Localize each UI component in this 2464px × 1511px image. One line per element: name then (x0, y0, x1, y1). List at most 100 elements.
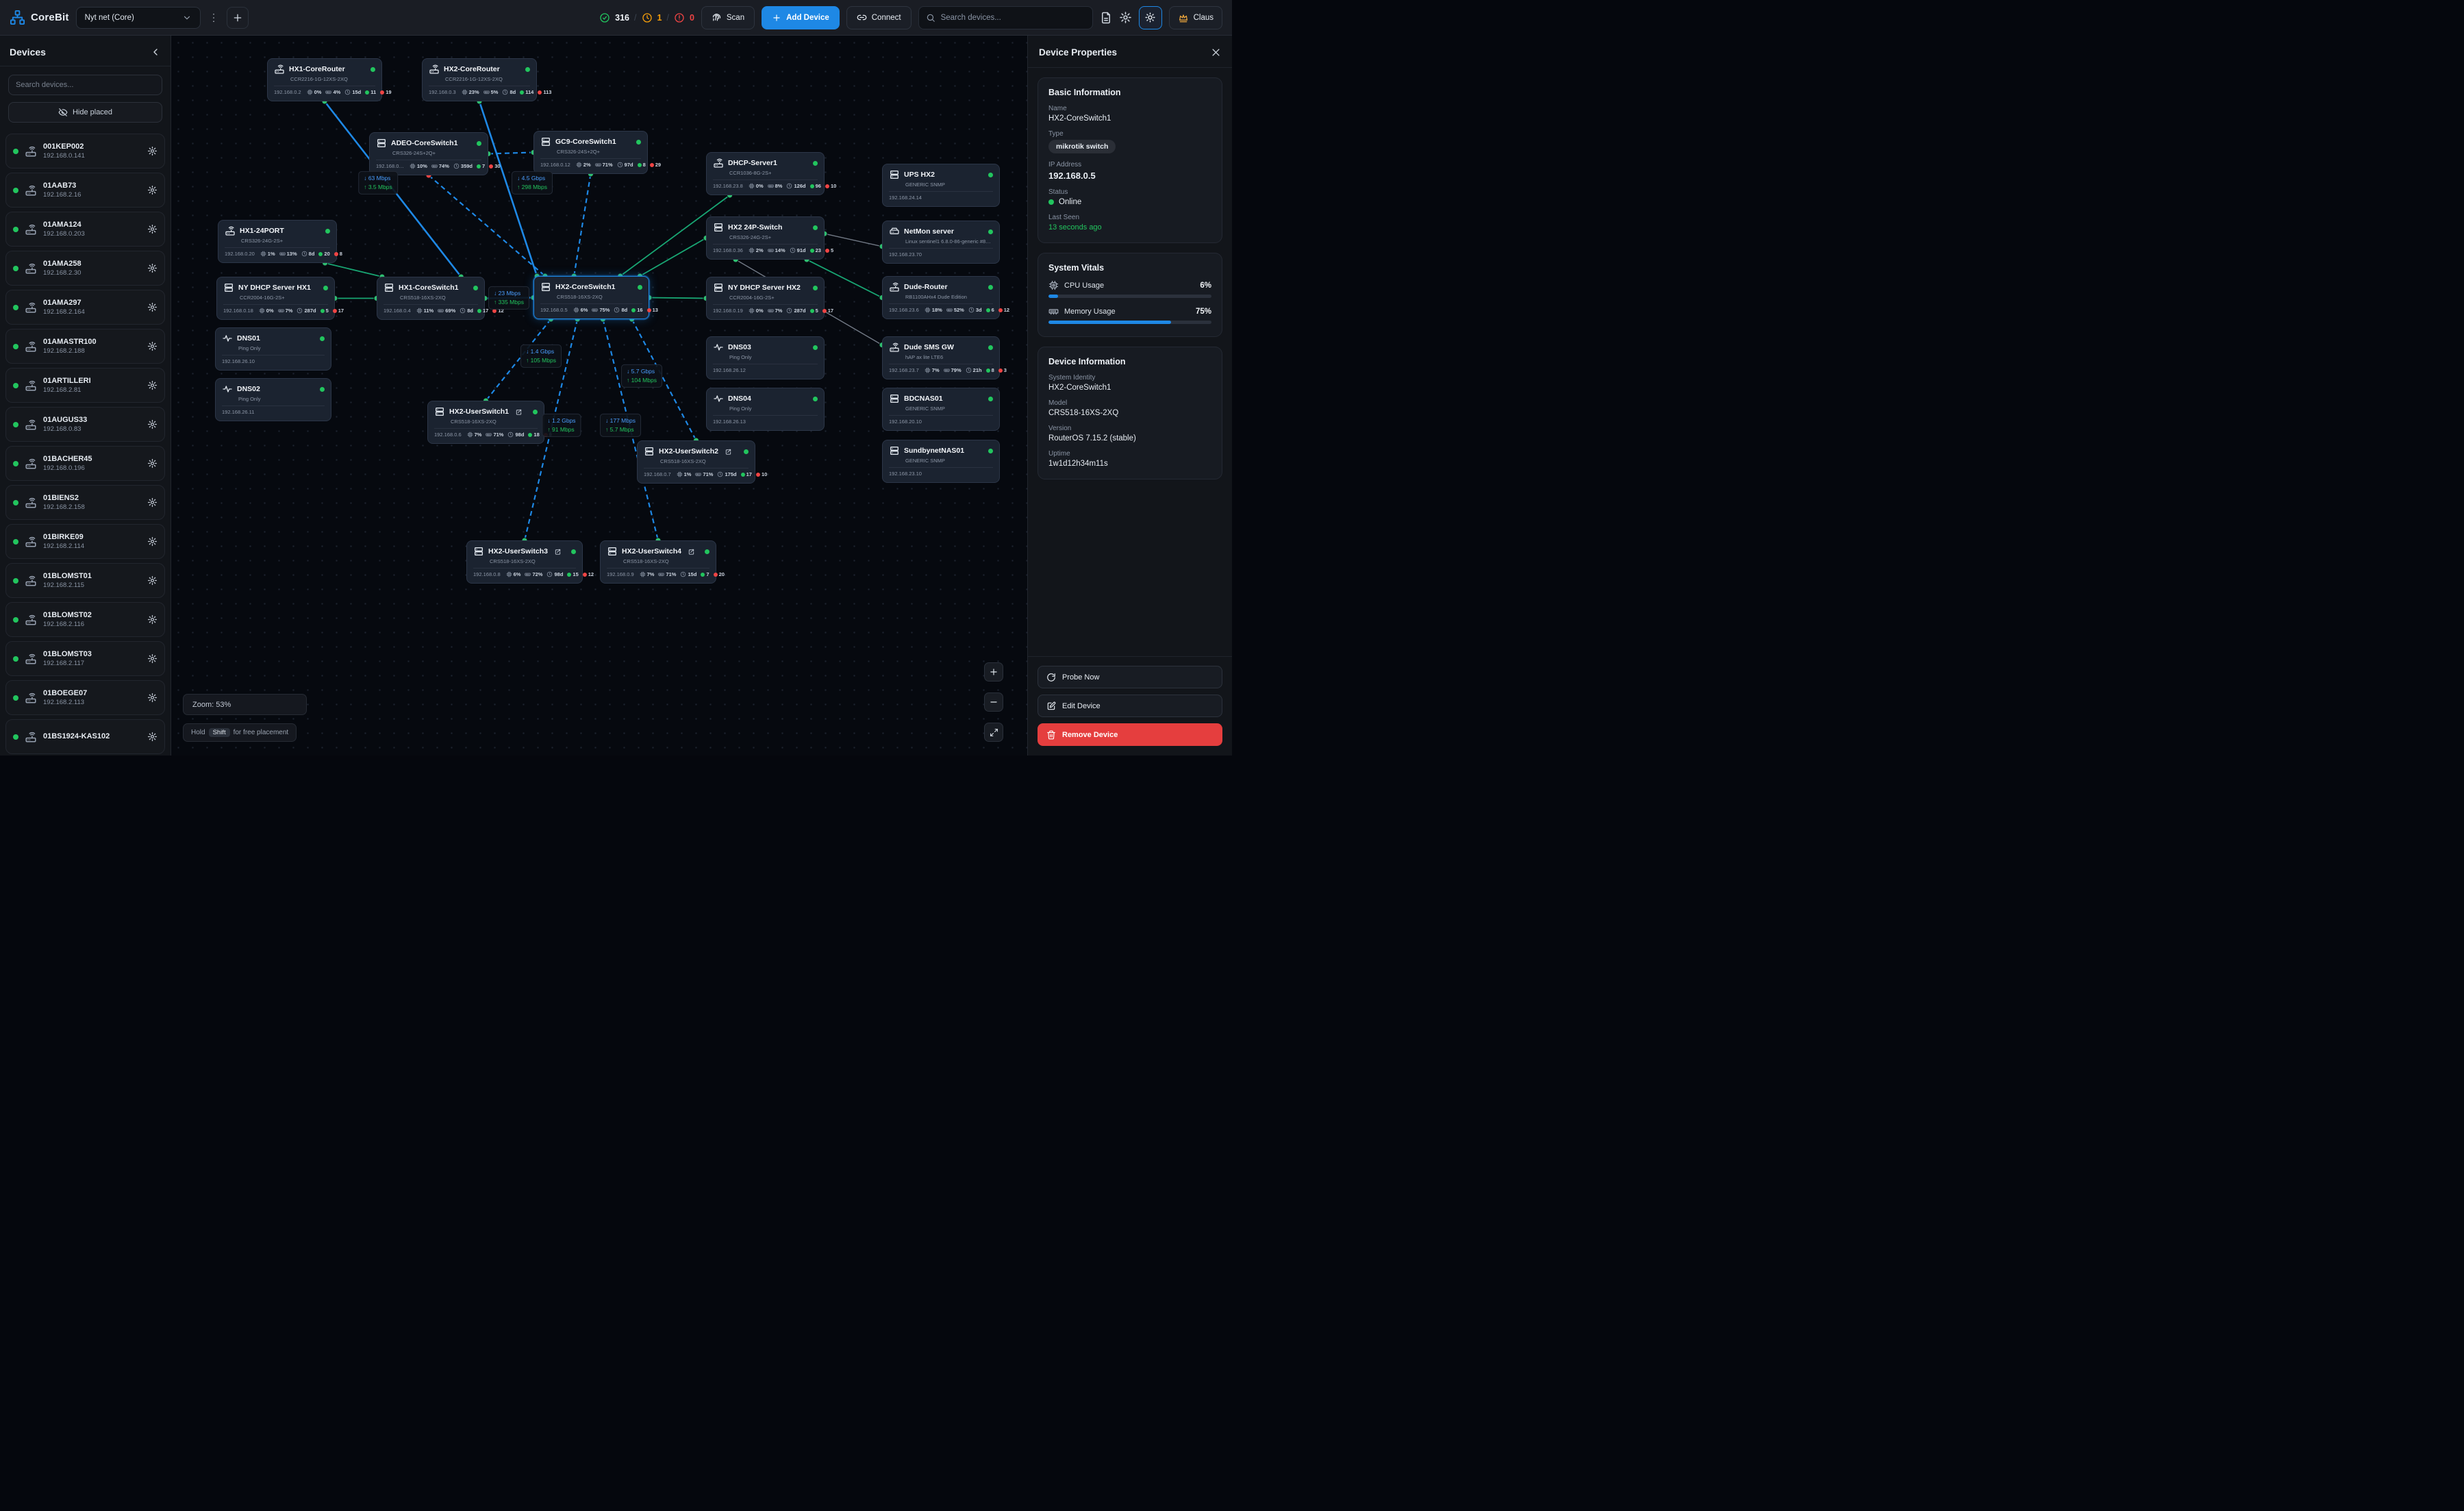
node-usersw1[interactable]: HX2-UserSwitch1CRS518-16XS-2XQ192.168.0.… (427, 401, 544, 444)
external-link-icon[interactable] (688, 548, 695, 555)
ok-ports-stat: 16 (631, 307, 642, 313)
theme-toggle-button[interactable] (1139, 6, 1162, 29)
add-device-button[interactable]: Add Device (762, 6, 840, 29)
device-list-item[interactable]: 01BIRKE09192.168.2.114 (5, 524, 165, 559)
project-menu-button[interactable] (208, 12, 220, 24)
uptime-stat: 126d (786, 183, 805, 189)
node-ip: 192.168.23.7 (889, 367, 919, 373)
top-bar: CoreBit Nyt net (Core) 316 / 1 / 0 Scan … (0, 0, 1232, 36)
node-status-dot (325, 229, 330, 234)
memory-stat: 4% (325, 89, 340, 95)
node-sundbynas[interactable]: SundbynetNAS01GENERIC SNMP192.168.23.10 (882, 440, 1000, 483)
node-hx2router[interactable]: HX2-CoreRouterCCR2216-1G-12XS-2XQ192.168… (422, 58, 537, 101)
device-settings-icon[interactable] (147, 653, 158, 664)
device-list-item[interactable]: 01AMASTR100192.168.2.188 (5, 329, 165, 364)
node-dns03[interactable]: DNS03Ping Only192.168.26.12 (706, 336, 825, 379)
node-ip: 192.168.0.3 (429, 89, 456, 95)
device-list-item[interactable]: 01BS1924-KAS102 (5, 719, 165, 754)
node-hx1router[interactable]: HX1-CoreRouterCCR2216-1G-12XS-2XQ192.168… (267, 58, 382, 101)
device-list-item[interactable]: 01BOEGE07192.168.2.113 (5, 680, 165, 715)
device-list-item[interactable]: 01BLOMST03192.168.2.117 (5, 641, 165, 676)
connect-button[interactable]: Connect (846, 6, 912, 29)
node-dude_sms[interactable]: Dude SMS GWhAP ax lite LTE6192.168.23.77… (882, 336, 1000, 379)
node-name: NY DHCP Server HX2 (728, 284, 801, 292)
project-dropdown[interactable]: Nyt net (Core) (76, 7, 201, 29)
node-netmon[interactable]: NetMon serverLinux sentinel1 6.8.0-86-ge… (882, 221, 1000, 264)
node-bdcnas[interactable]: BDCNAS01GENERIC SNMP192.168.20.10 (882, 388, 1000, 431)
search-icon (926, 13, 935, 23)
node-model: CCR2004-16G-2S+ (729, 295, 818, 301)
node-name: Dude SMS GW (904, 343, 954, 351)
device-list-item[interactable]: 01ARTILLERI192.168.2.81 (5, 368, 165, 403)
node-dns01[interactable]: DNS01Ping Only192.168.26.10 (215, 327, 331, 371)
node-ups[interactable]: UPS HX2GENERIC SNMP192.168.24.14 (882, 164, 1000, 207)
device-settings-icon[interactable] (147, 263, 158, 273)
node-hx1core[interactable]: HX1-CoreSwitch1CRS518-16XS-2XQ192.168.0.… (377, 277, 485, 320)
external-link-icon[interactable] (725, 448, 732, 455)
device-settings-icon[interactable] (147, 497, 158, 508)
node-hx1_24port[interactable]: HX1-24PORTCRS326-24G-2S+192.168.0.201%13… (218, 220, 337, 263)
device-settings-icon[interactable] (147, 302, 158, 312)
device-settings-icon[interactable] (147, 224, 158, 234)
uptime-stat: 359d (453, 163, 473, 169)
zoom-indicator: Zoom: 53% (183, 694, 307, 715)
external-link-icon[interactable] (515, 408, 523, 416)
device-search-input[interactable] (941, 14, 1085, 22)
device-list-item[interactable]: 01AMA124192.168.0.203 (5, 212, 165, 247)
remove-device-button[interactable]: Remove Device (1038, 723, 1222, 746)
down-ports-stat: 113 (538, 89, 551, 95)
edit-device-button[interactable]: Edit Device (1038, 695, 1222, 717)
device-settings-icon[interactable] (147, 419, 158, 429)
sidebar-search-input[interactable] (8, 75, 162, 95)
node-usersw2[interactable]: HX2-UserSwitch2CRS518-16XS-2XQ192.168.0.… (637, 440, 755, 484)
node-hx2core[interactable]: HX2-CoreSwitch1CRS518-16XS-2XQ192.168.0.… (533, 276, 649, 319)
device-list-item[interactable]: 01BACHER45192.168.0.196 (5, 446, 165, 481)
add-project-button[interactable] (227, 7, 249, 29)
device-settings-icon[interactable] (147, 692, 158, 703)
node-dns02[interactable]: DNS02Ping Only192.168.26.11 (215, 378, 331, 421)
device-list-item[interactable]: 01AMA297192.168.2.164 (5, 290, 165, 325)
node-dhcp1[interactable]: DHCP-Server1CCR1036-8G-2S+192.168.23.80%… (706, 152, 825, 195)
device-list-item[interactable]: 01AMA258192.168.2.30 (5, 251, 165, 286)
topology-canvas[interactable]: HX1-CoreRouterCCR2216-1G-12XS-2XQ192.168… (171, 36, 1027, 756)
node-usersw3[interactable]: HX2-UserSwitch3CRS518-16XS-2XQ192.168.0.… (466, 540, 583, 584)
device-settings-icon[interactable] (147, 614, 158, 625)
zoom-out-button[interactable] (984, 692, 1003, 712)
collapse-sidebar-button[interactable] (150, 47, 161, 58)
fit-view-button[interactable] (984, 723, 1003, 742)
device-settings-icon[interactable] (147, 575, 158, 586)
device-list-item[interactable]: 001KEP002192.168.0.141 (5, 134, 165, 168)
node-dude_router[interactable]: Dude-RouterRB1100AHx4 Dude Edition192.16… (882, 276, 1000, 319)
probe-now-button[interactable]: Probe Now (1038, 666, 1222, 688)
logs-button[interactable] (1100, 12, 1112, 24)
zoom-in-button[interactable] (984, 662, 1003, 682)
settings-button[interactable] (1119, 11, 1132, 24)
device-list-item[interactable]: 01AUGUS33192.168.0.83 (5, 407, 165, 442)
node-adeo[interactable]: ADEO-CoreSwitch1CRS326-24S+2Q+192.168.0…… (369, 132, 488, 175)
device-settings-icon[interactable] (147, 341, 158, 351)
memory-stat: 13% (279, 251, 297, 257)
node-nydhcp1[interactable]: NY DHCP Server HX1CCR2004-16G-2S+192.168… (216, 277, 335, 320)
device-settings-icon[interactable] (147, 458, 158, 469)
node-hx2_24p[interactable]: HX2 24P-SwitchCRS326-24G-2S+192.168.0.36… (706, 216, 825, 260)
user-menu-button[interactable]: Claus (1169, 6, 1222, 29)
node-gc9[interactable]: GC9-CoreSwitch1CRS326-24S+2Q+192.168.0.1… (533, 131, 648, 174)
scan-button[interactable]: Scan (701, 6, 755, 29)
device-settings-icon[interactable] (147, 536, 158, 547)
device-list-item[interactable]: 01AAB73192.168.2.16 (5, 173, 165, 208)
device-settings-icon[interactable] (147, 185, 158, 195)
node-nydhcp2[interactable]: NY DHCP Server HX2CCR2004-16G-2S+192.168… (706, 277, 825, 320)
device-settings-icon[interactable] (147, 146, 158, 156)
device-settings-icon[interactable] (147, 732, 158, 742)
node-usersw4[interactable]: HX2-UserSwitch4CRS518-16XS-2XQ192.168.0.… (600, 540, 716, 584)
close-panel-button[interactable] (1211, 47, 1221, 58)
device-list-item[interactable]: 01BIENS2192.168.2.158 (5, 485, 165, 520)
device-list-item[interactable]: 01BLOMST01192.168.2.115 (5, 563, 165, 598)
hide-placed-button[interactable]: Hide placed (8, 102, 162, 123)
device-list-item[interactable]: 01BLOMST02192.168.2.116 (5, 602, 165, 637)
external-link-icon[interactable] (554, 548, 562, 555)
device-settings-icon[interactable] (147, 380, 158, 390)
node-dns04[interactable]: DNS04Ping Only192.168.26.13 (706, 388, 825, 431)
online-dot (13, 539, 18, 545)
shift-key-badge: Shift (209, 728, 230, 737)
